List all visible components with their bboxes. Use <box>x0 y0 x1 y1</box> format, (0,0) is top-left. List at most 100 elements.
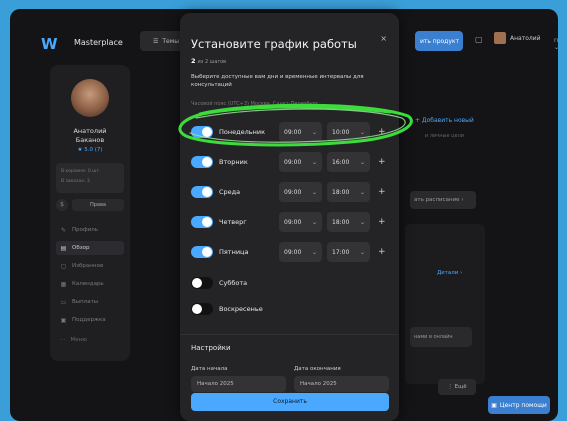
chevron-down-icon: ⌄ <box>359 128 365 136</box>
day-toggle[interactable] <box>191 126 213 138</box>
sidebar-item-label: Избранное <box>72 263 104 269</box>
chevron-down-icon: ⌄ <box>311 158 317 166</box>
chevron-down-icon: ⌄ <box>359 248 365 256</box>
sidebar-item[interactable]: ▢ Избранное <box>56 259 124 273</box>
nav-icon: ▭ <box>60 298 67 306</box>
stats-box: В корзине: 0 шт. В заказах: 3 <box>56 163 124 193</box>
stat-line: В корзине: 0 шт. <box>61 169 101 174</box>
sidebar-item[interactable]: ✎ Профиль <box>56 223 124 237</box>
start-time-select[interactable]: 09:00 ⌄ <box>279 122 322 142</box>
day-toggle[interactable] <box>191 277 213 289</box>
language-select[interactable]: ru ⌄ <box>554 37 558 51</box>
day-toggle[interactable] <box>191 156 213 168</box>
profile-rating: ★ 5.0 (7) <box>77 147 103 153</box>
step-text: из 2 шагов <box>197 59 227 65</box>
start-date-input[interactable]: Начало 2025 <box>191 376 286 392</box>
chevron-down-icon: ⌄ <box>359 158 365 166</box>
brand-name: Masterplace <box>74 38 123 47</box>
sidebar-item[interactable]: ▤ Обзор <box>56 241 124 255</box>
bookmark-icon[interactable]: ▢ <box>475 35 483 44</box>
end-time-select[interactable]: 18:00 ⌄ <box>327 212 370 232</box>
end-time-select[interactable]: 16:00 ⌄ <box>327 152 370 172</box>
day-toggle[interactable] <box>191 303 213 315</box>
rights-button[interactable]: Права <box>72 199 124 211</box>
add-interval-icon[interactable]: + <box>378 187 386 197</box>
online-button[interactable]: нами в онлайн <box>410 327 472 347</box>
logo-icon[interactable]: W <box>41 35 58 53</box>
day-toggle[interactable] <box>191 246 213 258</box>
modal-title: Установите график работы <box>191 37 357 51</box>
menu-icon: ☰ <box>152 37 159 45</box>
divider <box>180 334 399 335</box>
sidebar-item-label: Профиль <box>72 227 99 233</box>
add-interval-icon[interactable]: + <box>378 127 386 137</box>
sidebar-item[interactable]: ▣ Поддержка <box>56 313 124 327</box>
help-center-button[interactable]: ▣ Центр помощи <box>488 396 550 414</box>
stat-line: В заказах: 3 <box>61 179 90 184</box>
day-label: Воскресенье <box>219 305 263 313</box>
end-time-select[interactable]: 17:00 ⌄ <box>327 242 370 262</box>
day-row: Понедельник 09:00 ⌄ 10:00 ⌄ + <box>191 121 391 143</box>
day-label: Вторник <box>219 158 248 166</box>
start-time-select[interactable]: 09:00 ⌄ <box>279 212 322 232</box>
add-new-link[interactable]: + Добавить новый <box>415 117 474 124</box>
sidebar-item-label: Обзор <box>72 245 90 251</box>
chevron-down-icon: ⌄ <box>311 218 317 226</box>
nav-icon: ▢ <box>60 262 67 270</box>
modal-description: Выберите доступные вам дни и временные и… <box>191 74 364 88</box>
details-link[interactable]: Детали › <box>437 270 462 276</box>
day-row: Суббота <box>191 272 391 294</box>
day-label: Суббота <box>219 279 248 287</box>
help-icon: ▣ <box>491 401 497 409</box>
end-date-input[interactable]: Начало 2025 <box>294 376 389 392</box>
sidebar-item-label: Поддержка <box>72 317 106 323</box>
save-button[interactable]: Сохранить <box>191 393 389 411</box>
add-interval-icon[interactable]: + <box>378 157 386 167</box>
profile-avatar <box>71 79 109 117</box>
end-date-label: Дата окончания <box>294 366 341 372</box>
close-icon[interactable]: × <box>380 34 387 43</box>
end-time-select[interactable]: 18:00 ⌄ <box>327 182 370 202</box>
add-interval-icon[interactable]: + <box>378 217 386 227</box>
day-label: Среда <box>219 188 241 196</box>
settings-title: Настройки <box>191 344 231 352</box>
user-name: Анатолий <box>510 34 541 42</box>
start-date-label: Дата начала <box>191 366 228 372</box>
sidebar-item[interactable]: ▦ Календарь <box>56 277 124 291</box>
day-row: Пятница 09:00 ⌄ 17:00 ⌄ + <box>191 241 391 263</box>
schedule-button[interactable]: ать расписание › <box>410 191 476 209</box>
schedule-modal: Установите график работы × 2 из 2 шагов В… <box>180 13 399 421</box>
day-toggle[interactable] <box>191 216 213 228</box>
add-product-button[interactable]: ить продукт <box>415 31 463 51</box>
nav-icon: ▣ <box>60 316 67 324</box>
theme-label: Темы <box>162 37 179 45</box>
nav-icon: ✎ <box>60 226 67 234</box>
day-row: Воскресенье <box>191 298 391 320</box>
step-indicator: 2 из 2 шагов <box>191 57 226 65</box>
sidebar-nav: ✎ Профиль ▤ Обзор ▢ Избранное ▦ Календарь ▭ Выпла… <box>56 223 124 347</box>
sidebar: Анатолий Баканов ★ 5.0 (7) В корзине: 0 ш… <box>50 65 130 361</box>
day-label: Понедельник <box>219 128 265 136</box>
nav-icon: ▦ <box>60 280 67 288</box>
more-button[interactable]: ⋮ Ещё <box>438 379 476 395</box>
day-toggle[interactable] <box>191 186 213 198</box>
start-time-select[interactable]: 09:00 ⌄ <box>279 152 322 172</box>
help-label: Центр помощи <box>499 401 547 409</box>
chevron-down-icon: ⌄ <box>311 188 317 196</box>
add-interval-icon[interactable]: + <box>378 247 386 257</box>
sidebar-item[interactable]: ▭ Выплаты <box>56 295 124 309</box>
bg-subtext: и личные цели <box>425 133 465 139</box>
menu-toggle[interactable]: ⋯ Меню <box>56 333 124 347</box>
profile-name: Анатолий Баканов <box>73 127 107 144</box>
sidebar-item-label: Выплаты <box>72 299 99 305</box>
day-label: Пятница <box>219 248 249 256</box>
timezone-label: Часовой пояс (UTC+3) Москва, Санкт-Петер… <box>191 101 319 107</box>
day-row: Среда 09:00 ⌄ 18:00 ⌄ + <box>191 181 391 203</box>
user-menu[interactable]: Анатолий <box>494 32 541 44</box>
start-time-select[interactable]: 09:00 ⌄ <box>279 242 322 262</box>
end-time-select[interactable]: 10:00 ⌄ <box>327 122 370 142</box>
start-time-select[interactable]: 09:00 ⌄ <box>279 182 322 202</box>
bg-panel <box>405 224 485 384</box>
step-current: 2 <box>191 57 196 65</box>
money-icon[interactable]: $ <box>56 199 68 211</box>
